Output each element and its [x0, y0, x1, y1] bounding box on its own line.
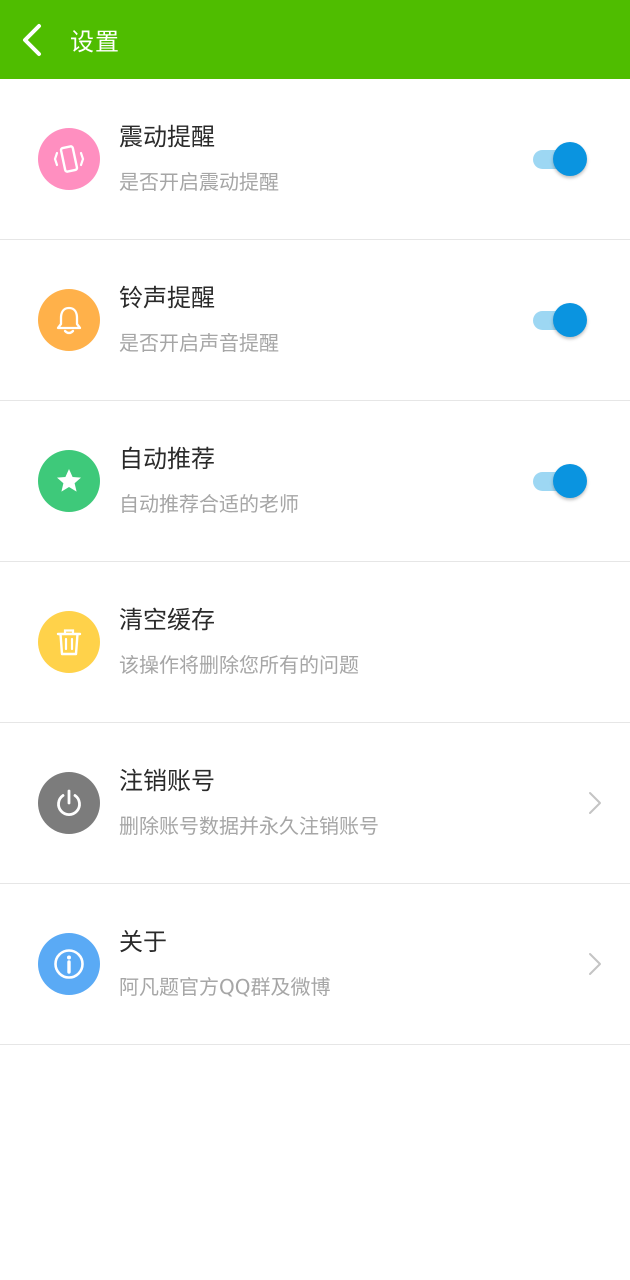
setting-row-delete-account[interactable]: 注销账号 删除账号数据并永久注销账号 [0, 723, 630, 884]
settings-list: 震动提醒 是否开启震动提醒 铃声提醒 是否开启声音提醒 自动推荐 自动推荐合适的… [0, 79, 630, 1045]
back-button[interactable] [0, 0, 76, 79]
setting-subtitle: 自动推荐合适的老师 [119, 492, 299, 516]
toggle-thumb [553, 142, 587, 176]
toggle-thumb [553, 303, 587, 337]
chevron-right-icon [589, 953, 601, 975]
bell-icon [56, 306, 82, 335]
trash-icon [56, 629, 82, 656]
setting-title: 注销账号 [119, 767, 215, 795]
power-icon-badge [38, 772, 100, 834]
trash-icon-badge [38, 611, 100, 673]
vibration-icon [53, 145, 85, 173]
star-icon-badge [38, 450, 100, 512]
recommend-toggle[interactable] [533, 464, 587, 498]
sound-toggle[interactable] [533, 303, 587, 337]
setting-row-about[interactable]: 关于 阿凡题官方QQ群及微博 [0, 884, 630, 1045]
toggle-thumb [553, 464, 587, 498]
info-icon-badge [38, 933, 100, 995]
setting-title: 震动提醒 [119, 123, 215, 151]
vibration-toggle[interactable] [533, 142, 587, 176]
bell-icon-badge [38, 289, 100, 351]
setting-row-recommend[interactable]: 自动推荐 自动推荐合适的老师 [0, 401, 630, 562]
setting-subtitle: 删除账号数据并永久注销账号 [119, 814, 379, 838]
setting-title: 清空缓存 [119, 606, 215, 634]
chevron-right-icon [589, 792, 601, 814]
star-icon [57, 469, 81, 492]
setting-title: 铃声提醒 [119, 284, 215, 312]
page-title: 设置 [70, 28, 120, 56]
setting-subtitle: 阿凡题官方QQ群及微博 [119, 975, 331, 999]
info-icon [54, 949, 84, 979]
setting-subtitle: 是否开启震动提醒 [119, 170, 279, 194]
setting-title: 关于 [119, 928, 167, 956]
setting-row-sound[interactable]: 铃声提醒 是否开启声音提醒 [0, 240, 630, 401]
setting-title: 自动推荐 [119, 445, 215, 473]
setting-subtitle: 该操作将删除您所有的问题 [119, 653, 359, 677]
setting-row-vibration[interactable]: 震动提醒 是否开启震动提醒 [0, 79, 630, 240]
setting-row-clear-cache[interactable]: 清空缓存 该操作将删除您所有的问题 [0, 562, 630, 723]
setting-subtitle: 是否开启声音提醒 [119, 331, 279, 355]
chevron-left-icon [23, 23, 41, 56]
app-header: 设置 [0, 0, 630, 79]
vibration-icon-badge [38, 128, 100, 190]
power-icon [57, 789, 81, 817]
